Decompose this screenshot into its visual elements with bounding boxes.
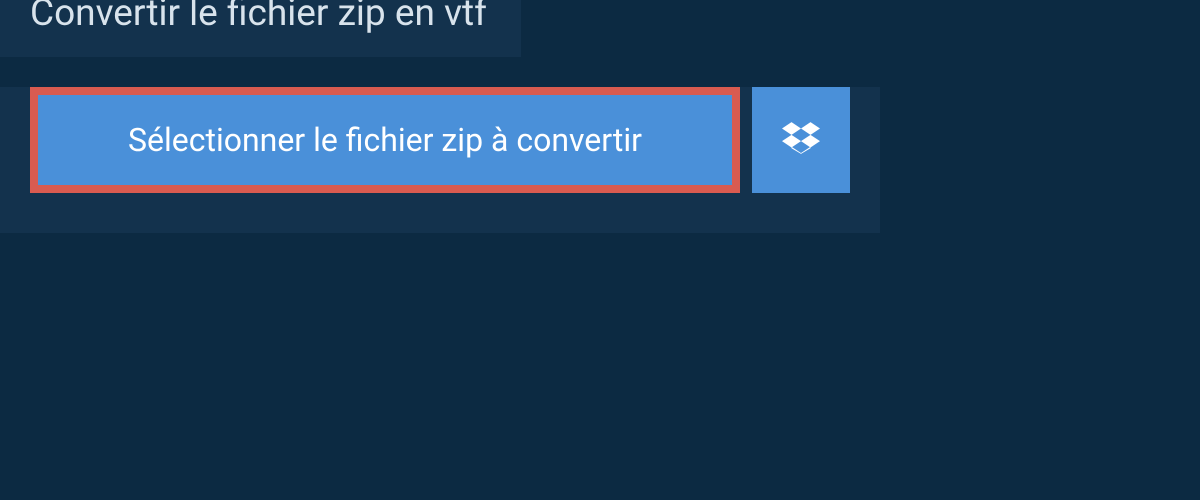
dropbox-button[interactable] — [752, 87, 850, 193]
page-title: Convertir le fichier zip en vtf — [30, 0, 487, 35]
dropbox-icon — [782, 119, 820, 161]
select-file-button[interactable]: Sélectionner le fichier zip à convertir — [30, 87, 740, 193]
converter-panel: Sélectionner le fichier zip à convertir — [0, 87, 880, 233]
page-title-container: Convertir le fichier zip en vtf — [0, 0, 521, 57]
action-row: Sélectionner le fichier zip à convertir — [30, 87, 850, 193]
select-file-label: Sélectionner le fichier zip à convertir — [128, 121, 642, 159]
